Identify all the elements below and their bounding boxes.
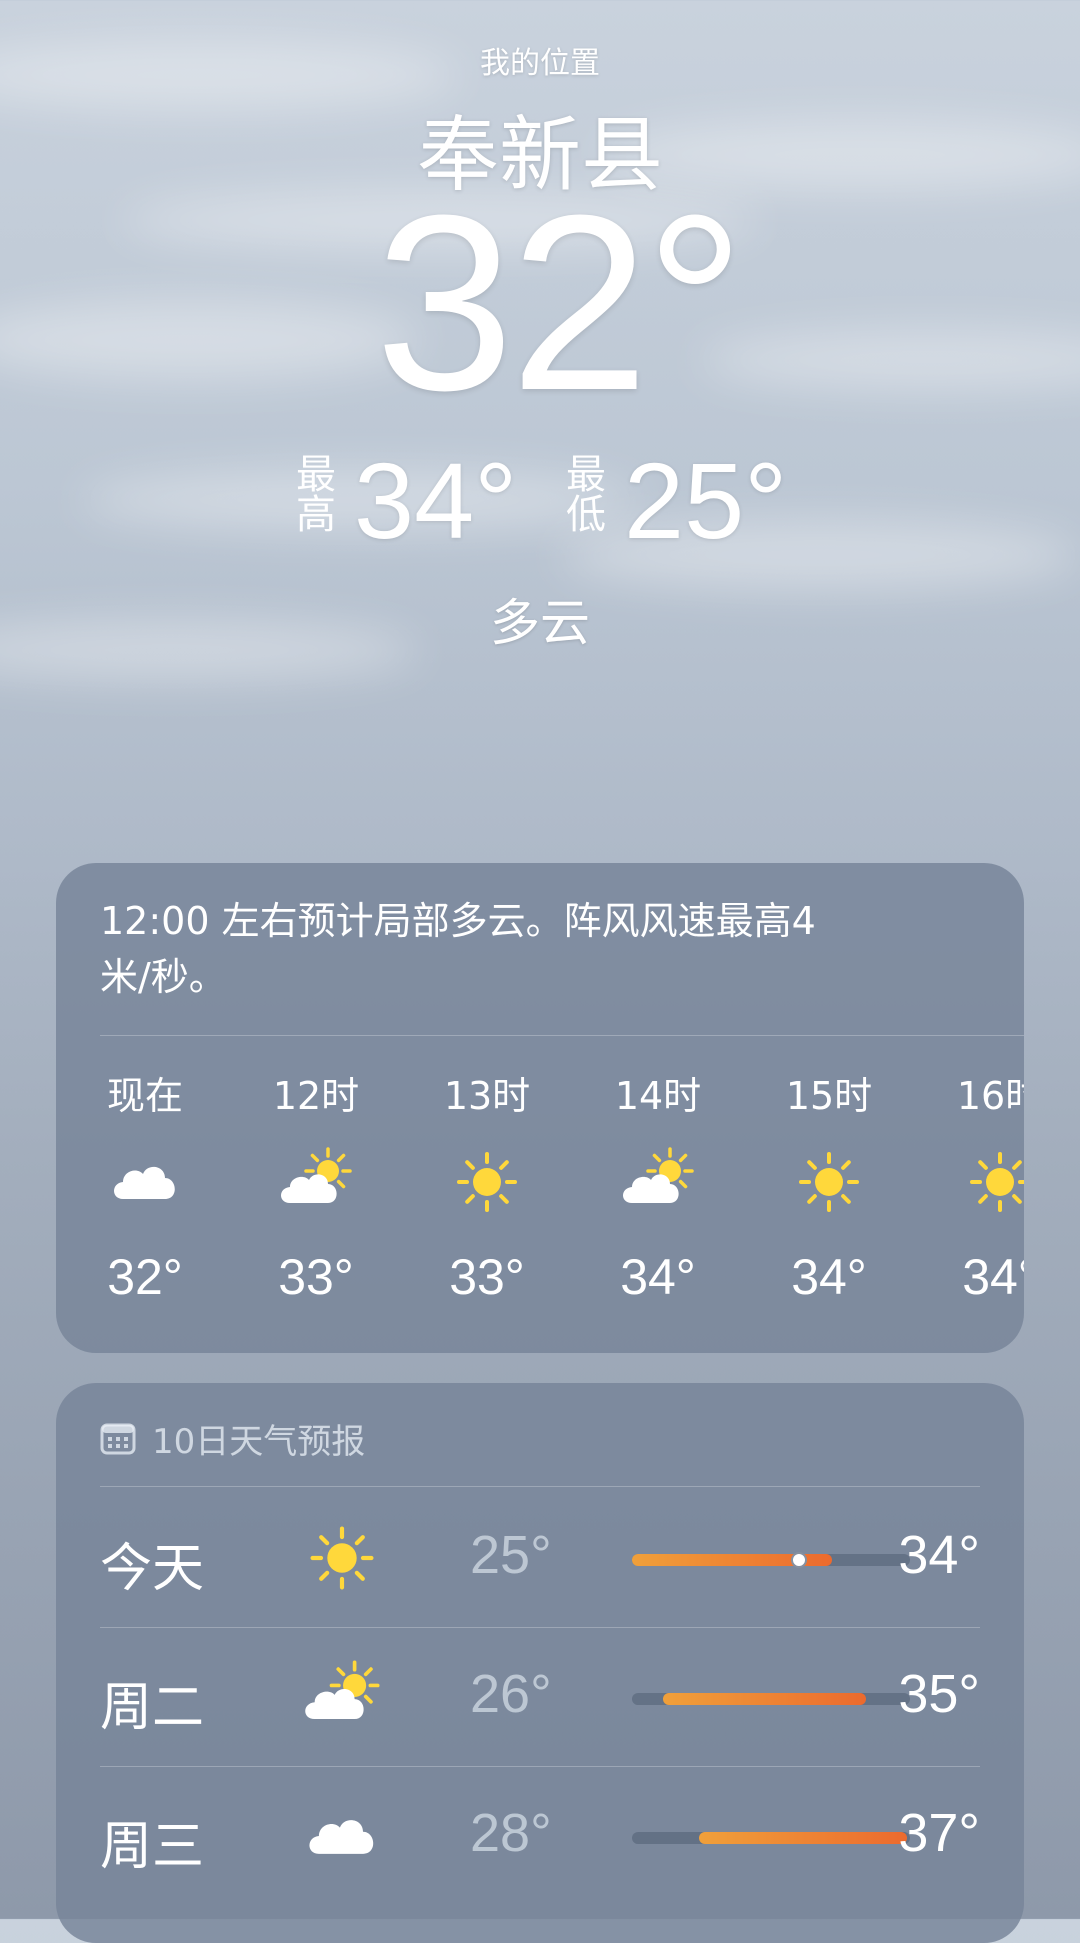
divider — [100, 1486, 980, 1487]
day-low-temp: 28° — [470, 1803, 552, 1863]
day-name: 周三 — [100, 1817, 205, 1877]
hour-item: 16时 34° — [930, 1065, 1024, 1325]
hour-temp: 34° — [962, 1249, 1024, 1305]
current-temp-marker — [790, 1552, 807, 1568]
low-temp: 25° — [624, 440, 788, 561]
hour-temp: 34° — [620, 1249, 696, 1305]
temperature-range-bar — [632, 1693, 910, 1705]
hour-time: 13时 — [443, 1074, 531, 1118]
day-name: 周二 — [100, 1678, 205, 1738]
hour-temp: 33° — [278, 1249, 354, 1305]
forecast-summary: 12:00 左右预计局部多云。阵风风速最高4米/秒。 — [100, 899, 816, 999]
hour-temp: 33° — [449, 1249, 525, 1305]
current-temperature: 32° — [375, 163, 745, 442]
calendar-icon — [100, 1423, 136, 1455]
weather-condition: 多云 — [490, 594, 590, 652]
day-high-temp: 34° — [898, 1525, 980, 1585]
high-temp: 34° — [354, 440, 518, 561]
temperature-range-bar — [632, 1552, 910, 1568]
hour-temp: 32° — [107, 1249, 183, 1305]
divider — [100, 1035, 1024, 1036]
hour-time: 12时 — [272, 1074, 360, 1118]
hour-item: 14时 34° — [588, 1065, 728, 1325]
day-low-temp: 26° — [470, 1664, 552, 1724]
hour-item: 现在 32° — [75, 1065, 215, 1325]
sun-icon — [447, 1147, 527, 1217]
sun-icon — [960, 1147, 1024, 1217]
ten-day-header: 10日天气预报 — [100, 1413, 365, 1463]
hour-item: 15时 34° — [759, 1065, 899, 1325]
temperature-range-fill — [662, 1693, 866, 1705]
hour-temp: 34° — [791, 1249, 867, 1305]
hour-time: 现在 — [106, 1074, 183, 1118]
day-low-temp: 25° — [470, 1525, 552, 1585]
day-row[interactable]: 今天 25° 34° — [100, 1488, 980, 1628]
hour-item: 13时 33° — [417, 1065, 557, 1325]
partly-sunny-icon — [276, 1147, 356, 1217]
location-label: 我的位置 — [480, 46, 600, 81]
cloud-icon — [105, 1147, 185, 1217]
partly-sunny-icon — [618, 1147, 698, 1217]
ten-day-title: 10日天气预报 — [152, 1421, 366, 1462]
hour-time: 16时 — [956, 1074, 1024, 1118]
day-high-temp: 35° — [898, 1664, 980, 1724]
day-name: 今天 — [100, 1539, 205, 1599]
high-label: 最高 — [296, 452, 336, 538]
temperature-range-fill — [698, 1832, 908, 1844]
partly-sunny-icon — [300, 1657, 384, 1737]
cloud-icon — [300, 1796, 384, 1876]
ten-day-forecast-card[interactable]: 10日天气预报 今天 25° 34° 周二 26° 35° 周三 28° 37° — [56, 1383, 1024, 1943]
day-row[interactable]: 周三 28° 37° — [100, 1766, 980, 1906]
day-row[interactable]: 周二 26° 35° — [100, 1627, 980, 1767]
hour-item: 12时 33° — [246, 1065, 386, 1325]
hour-time: 14时 — [614, 1074, 702, 1118]
day-high-temp: 37° — [898, 1803, 980, 1863]
sun-icon — [789, 1147, 869, 1217]
low-label: 最低 — [566, 452, 606, 538]
hour-time: 15时 — [785, 1074, 873, 1118]
temperature-range-bar — [632, 1832, 910, 1844]
sun-icon — [300, 1518, 384, 1598]
